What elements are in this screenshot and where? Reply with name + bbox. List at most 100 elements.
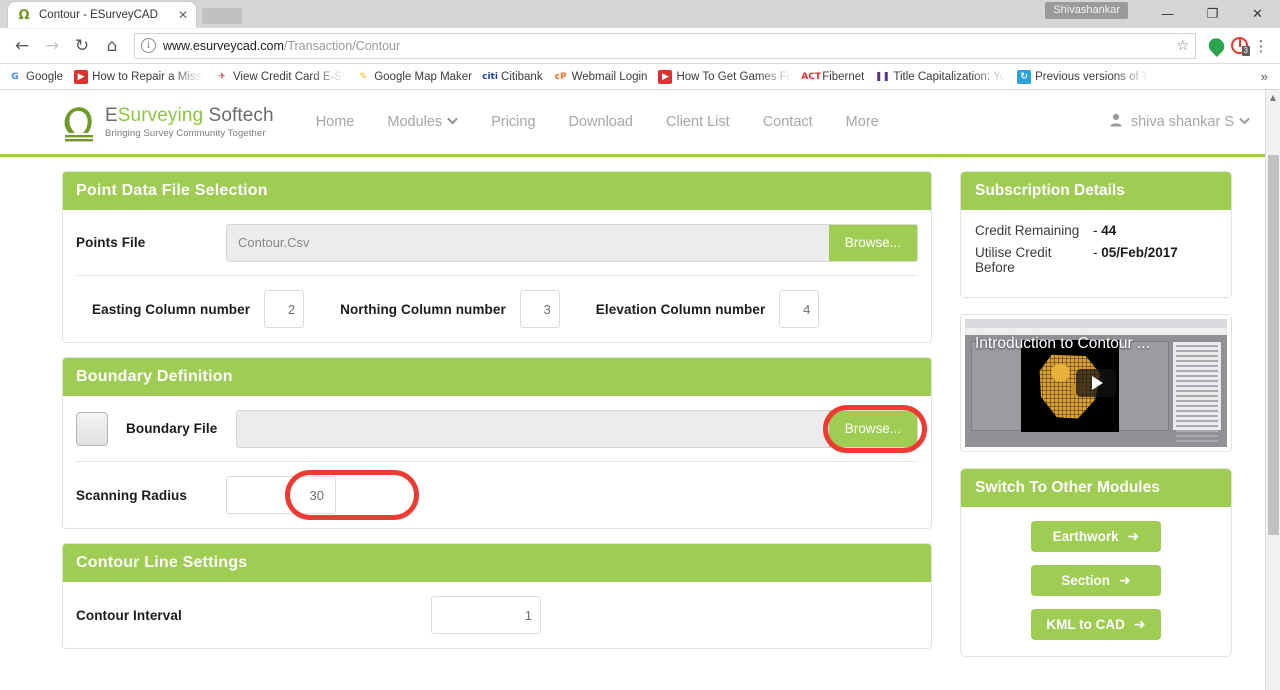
scroll-up-icon[interactable]: ▲ — [1266, 90, 1280, 105]
play-triangle-icon — [1092, 376, 1103, 390]
bookmark-label: Title Capitalization: Yo — [893, 70, 1007, 83]
boundary-file-checkbox[interactable] — [76, 411, 108, 446]
url-host: www.esurveycad.com — [163, 38, 284, 53]
column-number-label: Elevation Column number — [595, 301, 766, 317]
panel-boundary-definition: Boundary Definition Boundary File Browse… — [62, 357, 932, 529]
new-tab-button[interactable] — [202, 8, 242, 24]
scrollbar-thumb[interactable] — [1268, 155, 1279, 535]
bookmark-item[interactable]: ▶ How to Repair a Missi — [74, 69, 204, 84]
bookmark-favicon-icon: ✎ — [356, 69, 371, 84]
nav-item-label: Download — [568, 114, 634, 130]
bookmark-item[interactable]: cP Webmail Login — [553, 69, 647, 84]
row-contour-interval: Contour Interval 1 — [76, 582, 918, 648]
account-menu[interactable]: shiva shankar S — [1109, 113, 1250, 131]
close-window-icon[interactable]: ✕ — [1235, 0, 1280, 28]
nav-item-label: Modules — [387, 114, 443, 130]
panel-title: Contour Line Settings — [63, 544, 931, 582]
boundary-file-browse-button[interactable]: Browse... — [828, 410, 917, 447]
site-header: ESurveying Softech Bringing Survey Commu… — [0, 90, 1280, 154]
tab-title: Contour - ESurveyCAD — [39, 9, 158, 21]
site-logo[interactable]: ESurveying Softech Bringing Survey Commu… — [62, 102, 274, 142]
site-tagline: Bringing Survey Community Together — [105, 127, 266, 139]
bookmark-item[interactable]: G Google — [8, 69, 63, 84]
panel-point-data-file-selection: Point Data File Selection Points File Co… — [62, 171, 932, 343]
nav-item-contact[interactable]: Contact — [763, 114, 813, 130]
column-number-input[interactable]: 3 — [519, 290, 560, 328]
bookmark-item[interactable]: ❚❚ Title Capitalization: Yo — [875, 69, 1007, 84]
scanning-radius-input[interactable]: 30 — [226, 476, 336, 514]
contour-interval-input[interactable]: 1 — [431, 596, 541, 634]
home-icon[interactable]: ⌂ — [98, 32, 126, 60]
module-button-earthwork[interactable]: Earthwork ➜ — [1031, 521, 1161, 552]
module-button-kml-to-cad[interactable]: KML to CAD ➜ — [1031, 609, 1161, 640]
nav-item-client-list[interactable]: Client List — [666, 114, 730, 130]
forward-icon[interactable]: → — [38, 32, 66, 60]
points-file-browse-button[interactable]: Browse... — [828, 224, 917, 261]
back-icon[interactable]: ← — [8, 32, 36, 60]
panel-body: Contour Interval 1 — [63, 582, 931, 648]
bookmark-favicon-icon: G — [8, 69, 22, 84]
subscription-line: Credit Remaining - 44 — [975, 223, 1217, 238]
browser-tab[interactable]: Ω Contour - ESurveyCAD ✕ — [8, 2, 196, 28]
extension-red-icon[interactable]: 3 — [1231, 37, 1250, 56]
boundary-file-input[interactable] — [237, 410, 829, 447]
nav-item-label: Pricing — [491, 114, 536, 130]
column-number-input[interactable]: 2 — [264, 290, 305, 328]
bookmark-favicon-icon: ▶ — [658, 69, 673, 84]
panel-switch-modules: Switch To Other Modules Earthwork ➜ Sectio… — [960, 468, 1232, 657]
browser-toolbar: ← → ↻ ⌂ i www.esurveycad.com/Transaction… — [0, 28, 1280, 64]
column-number-label: Easting Column number — [92, 301, 251, 317]
nav-item-modules[interactable]: Modules — [387, 114, 458, 130]
subscription-value: - 05/Feb/2017 — [1093, 245, 1178, 260]
address-bar-url: www.esurveycad.com/Transaction/Contour — [163, 39, 400, 53]
video-embed[interactable]: Introduction to Contour ... — [960, 314, 1232, 452]
subscription-value: - 44 — [1093, 223, 1117, 238]
bookmark-item[interactable]: citi Citibank — [482, 69, 543, 84]
chrome-menu-icon[interactable]: ⋮ — [1250, 38, 1272, 53]
url-path: /Transaction/Contour — [283, 38, 401, 53]
nav-item-home[interactable]: Home — [316, 114, 355, 130]
bookmark-item[interactable]: ✈ View Credit Card E-St — [214, 69, 345, 84]
tab-close-icon[interactable]: ✕ — [178, 9, 188, 21]
boundary-file-label: Boundary File — [126, 421, 218, 436]
bookmark-item[interactable]: ▶ How To Get Games Fo — [658, 69, 793, 84]
column-number-input[interactable]: 4 — [779, 290, 820, 328]
row-column-numbers: Easting Column number 2 Northing Column nu… — [76, 276, 918, 342]
points-file-input-group[interactable]: Contour.Csv Browse... — [226, 223, 918, 262]
site-nav: Home Modules Pricing Download Client List Con… — [316, 114, 912, 130]
row-boundary-file: Boundary File Browse... — [76, 396, 927, 462]
maximize-icon[interactable]: ❐ — [1190, 0, 1235, 28]
bookmark-item[interactable]: ✎ Google Map Maker — [356, 69, 472, 84]
bookmark-label: Citibank — [501, 70, 543, 83]
video-thumbnail[interactable]: Introduction to Contour ... — [965, 319, 1227, 447]
points-file-input[interactable]: Contour.Csv — [227, 224, 829, 261]
boundary-file-input-group[interactable]: Browse... — [236, 409, 918, 448]
chevron-down-icon — [447, 117, 458, 128]
module-button-section[interactable]: Section ➜ — [1031, 565, 1161, 596]
brand-part-2: Surveying — [117, 104, 204, 126]
address-bar[interactable]: i www.esurveycad.com/Transaction/Contour… — [134, 32, 1196, 59]
nav-item-pricing[interactable]: Pricing — [491, 114, 535, 130]
minimize-icon[interactable]: — — [1145, 0, 1190, 28]
sidebar-column: Subscription Details Credit Remaining - 4… — [960, 171, 1232, 673]
reload-icon[interactable]: ↻ — [68, 32, 96, 60]
nav-item-label: More — [845, 114, 879, 130]
page-scrollbar[interactable]: ▲ — [1265, 90, 1280, 690]
bookmark-favicon-icon: ▶ — [74, 69, 89, 84]
nav-item-more[interactable]: More — [846, 114, 879, 130]
bookmark-star-icon[interactable]: ☆ — [1168, 38, 1189, 54]
bookmark-label: Previous versions of T — [1035, 70, 1149, 83]
profile-chip[interactable]: Shivashankar — [1045, 2, 1128, 19]
bookmark-favicon-icon: ✈ — [214, 69, 229, 84]
panel-body: Boundary File Browse... Scanning Radius … — [63, 396, 931, 528]
bookmark-item[interactable]: ACT Fibernet — [801, 69, 864, 84]
play-button-icon[interactable] — [1076, 369, 1116, 397]
nav-item-download[interactable]: Download — [569, 114, 634, 130]
extension-green-icon[interactable] — [1205, 34, 1228, 57]
bookmark-favicon-icon: citi — [482, 69, 498, 84]
site-info-icon[interactable]: i — [141, 38, 156, 53]
video-cad-sidepanel — [1172, 341, 1222, 442]
arrow-right-icon: ➜ — [1127, 528, 1140, 545]
bookmarks-overflow-icon[interactable]: » — [1261, 69, 1272, 84]
bookmark-item[interactable]: ↻ Previous versions of T — [1017, 69, 1149, 84]
